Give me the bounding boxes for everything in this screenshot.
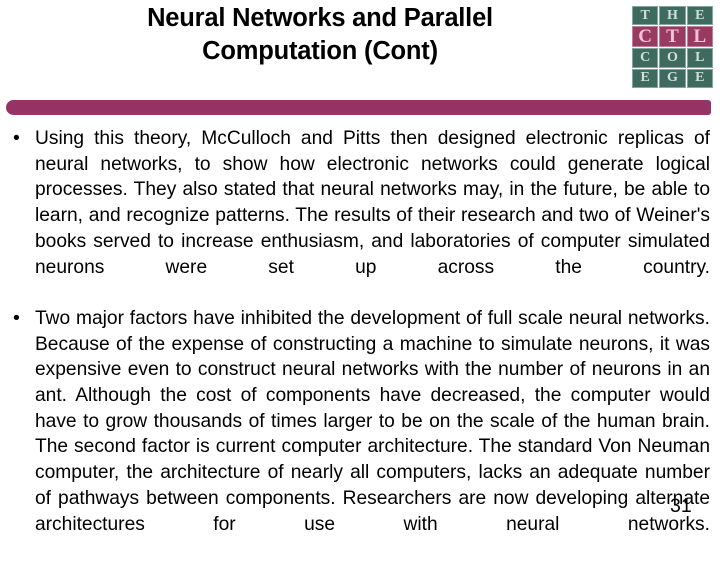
bullet-marker-icon: • — [13, 127, 20, 149]
logo-cell-l-2: L — [686, 48, 713, 68]
logo-cell-h: H — [659, 6, 686, 26]
logo-cell-t-1: T — [632, 6, 659, 26]
logo-cell-c-2: C — [632, 48, 659, 68]
logo-cell-c-1: C — [632, 26, 659, 48]
logo-cell-o: O — [659, 48, 686, 68]
logo-cell-e-1: E — [686, 6, 713, 26]
page-number: 31 — [670, 495, 692, 517]
bullet-item-1: • Using this theory, McCulloch and Pitts… — [12, 126, 710, 306]
logo-cell-l-1: L — [686, 26, 713, 48]
bullet-text-2: Two major factors have inhibited the dev… — [35, 307, 710, 535]
slide-canvas: Neural Networks and Parallel Computation… — [0, 0, 720, 540]
slide-title: Neural Networks and Parallel Computation… — [62, 2, 578, 68]
logo-cell-g: G — [659, 68, 686, 88]
logo-cell-e-2: E — [632, 68, 659, 88]
logo-cell-t-2: T — [659, 26, 686, 48]
logo-cell-e-3: E — [686, 68, 713, 88]
slide-body: • Using this theory, McCulloch and Pitts… — [12, 126, 710, 563]
title-line-2: Computation (Cont) — [202, 37, 438, 65]
bullet-text-1: Using this theory, McCulloch and Pitts t… — [35, 128, 710, 278]
title-line-1: Neural Networks and Parallel — [147, 4, 493, 32]
title-divider-bar — [6, 100, 711, 115]
bullet-marker-icon: • — [13, 306, 20, 329]
bullet-item-2: • Two major factors have inhibited the d… — [12, 306, 710, 563]
the-ctl-college-logo: T H E C T L C O L E G E — [631, 5, 714, 89]
